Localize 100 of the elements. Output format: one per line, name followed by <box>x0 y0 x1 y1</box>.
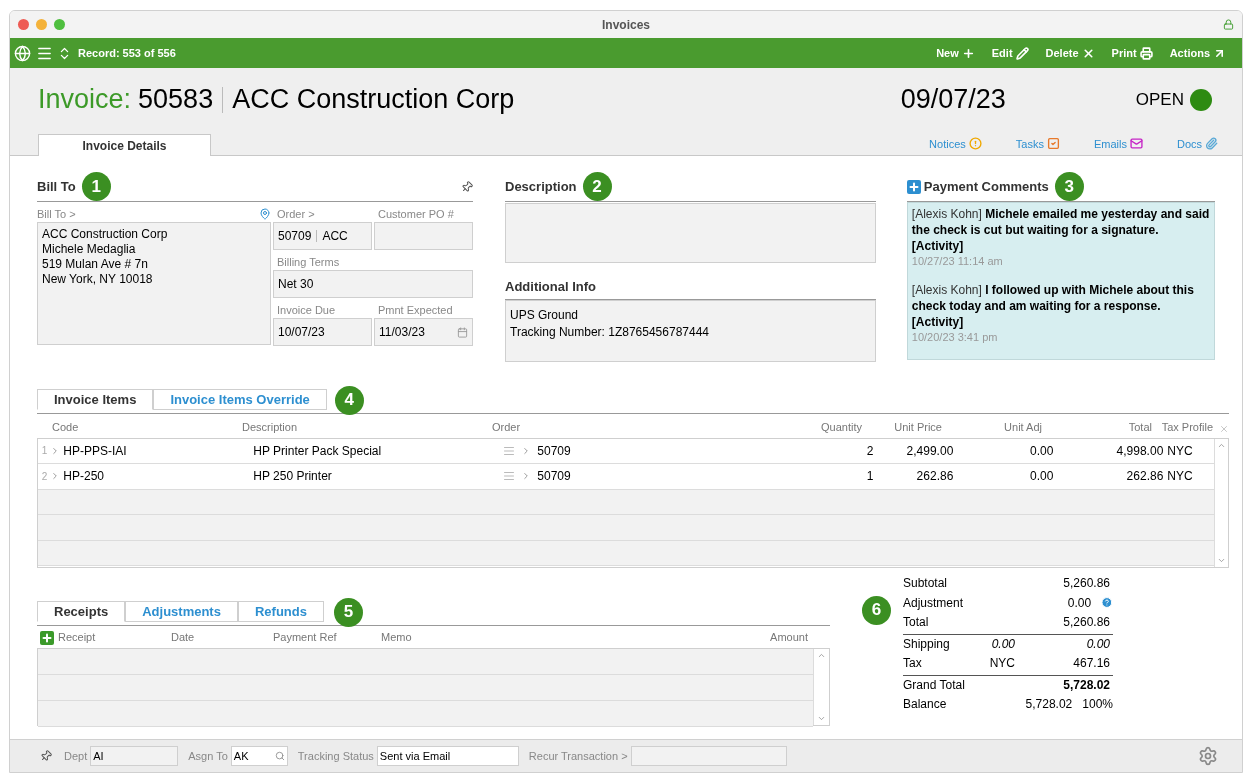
delete-icon <box>1219 423 1229 434</box>
plus-icon <box>961 46 975 60</box>
table-cell-text: 0.00 <box>1028 442 1054 460</box>
input-field[interactable]: Sent via Email <box>376 746 519 766</box>
window-title: Invoices <box>602 16 650 34</box>
section-title: Payment Comments <box>923 177 1049 196</box>
input-field[interactable] <box>374 222 473 250</box>
date-value: 11/03/23 <box>379 324 425 341</box>
total-middle-value: NYC <box>988 655 1015 673</box>
invoice-number: 50583 <box>138 83 214 117</box>
minimize-window-button[interactable] <box>36 19 47 30</box>
table-cell-text: HP-PPS-IAI <box>63 442 128 460</box>
input-field[interactable] <box>630 746 787 766</box>
field-label: Dept <box>64 748 88 764</box>
callout-number: 4 <box>334 385 364 415</box>
address-line: ACC Construction Corp <box>42 227 169 242</box>
invoice-label: Invoice: <box>38 83 132 117</box>
settings-icon[interactable] <box>1198 746 1218 766</box>
help-icon[interactable] <box>1101 596 1113 610</box>
table-cell-text: 4,998.00 <box>1115 442 1164 460</box>
total-label: Subtotal <box>903 575 949 593</box>
tab[interactable]: Refunds <box>237 601 324 622</box>
comment-time: 10/20/23 3:41 pm <box>911 330 999 344</box>
checkbox-icon <box>1046 137 1060 151</box>
comment-text: [Alexis Kohn] I followed up with Michele about this check today and am waiting for a response. [Activity] <box>911 282 1195 330</box>
close-icon <box>1081 46 1095 60</box>
field-value: Sent via Email <box>379 748 451 764</box>
close-window-button[interactable] <box>18 19 29 30</box>
input-field[interactable]: AK <box>230 746 288 766</box>
info-line: UPS Ground <box>510 306 580 324</box>
globe-icon[interactable] <box>14 44 31 62</box>
input-field[interactable]: 50709 ACC <box>273 222 372 250</box>
column-header: Order <box>492 420 522 435</box>
scrollbar[interactable] <box>1214 438 1228 567</box>
field-label: Billing Terms <box>276 254 340 270</box>
total-label: Grand Total <box>903 677 966 695</box>
column-header: Unit Adj <box>1003 420 1042 435</box>
total-value: 5,260.86 <box>1062 614 1110 632</box>
tab[interactable]: Adjustments <box>125 601 238 622</box>
printer-icon <box>1139 46 1153 60</box>
total-label: Balance <box>903 696 948 714</box>
tab[interactable]: Receipts <box>37 601 126 622</box>
column-header: Description <box>242 420 299 435</box>
total-value: 5,728.02 <box>1024 696 1073 714</box>
column-header: Code <box>52 420 80 435</box>
zoom-window-button[interactable] <box>54 19 65 30</box>
address-line: Michele Medaglia <box>42 242 137 257</box>
callout-number: 3 <box>1054 172 1084 201</box>
calendar-icon[interactable] <box>457 326 468 338</box>
table-cell-text: 2 <box>865 442 874 460</box>
input-field[interactable]: 10/07/23 <box>273 318 372 346</box>
record-counter: Record: 553 of 556 <box>78 45 176 61</box>
tab[interactable]: Invoice Details <box>38 134 211 156</box>
section-title: Additional Info <box>505 277 876 300</box>
table-cell-text: 50709 <box>537 468 571 486</box>
lines-icon[interactable] <box>503 470 516 483</box>
column-header: Tax Profile <box>1160 420 1214 435</box>
input-field[interactable]: AI <box>90 746 179 766</box>
table-cell-text: 262.86 <box>915 468 954 486</box>
paperclip-icon <box>1205 137 1218 151</box>
search-icon[interactable] <box>274 751 285 761</box>
info-line: Tracking Number: 1Z8765456787444 <box>510 323 710 341</box>
field-label: Order > <box>276 207 316 222</box>
description-field[interactable] <box>505 203 876 263</box>
total-label: Tax <box>903 655 923 673</box>
field-label: Invoice Due <box>276 302 337 318</box>
address-line: New York, NY 10018 <box>42 272 154 287</box>
table-cell-text: 1 <box>865 468 874 486</box>
total-label: Shipping <box>903 636 951 654</box>
tab[interactable]: Invoice Items Override <box>153 389 327 410</box>
column-header: Memo <box>381 630 413 646</box>
field-label: Pmnt Expected <box>377 302 453 318</box>
mail-icon <box>1129 137 1143 151</box>
invoice-date: 09/07/23 <box>900 83 1006 117</box>
status-label: OPEN <box>1135 88 1184 111</box>
map-pin-icon[interactable] <box>259 208 271 220</box>
tab[interactable]: Invoice Items <box>37 389 154 410</box>
input-field[interactable]: Net 30 <box>273 270 473 298</box>
lines-icon[interactable] <box>503 444 516 457</box>
add-icon[interactable] <box>906 179 921 194</box>
order-number: 50709 <box>278 228 312 245</box>
table-cell-text: 2,499.00 <box>905 442 954 460</box>
address-field[interactable]: ACC Construction Corp Michele Medaglia 519 Mulan Ave # 7n New York, NY 10018 <box>37 222 271 345</box>
percent-value: 100% <box>1082 696 1113 714</box>
table-cell-text: HP 250 Printer <box>253 468 333 486</box>
input-field[interactable]: 11/03/23 <box>374 318 473 346</box>
section-title: Bill To <box>37 177 76 196</box>
column-header: Date <box>171 630 196 646</box>
lock-icon <box>1223 19 1234 30</box>
row-number: 1 <box>40 444 48 459</box>
table-cell-text: HP-250 <box>63 468 105 486</box>
comment-time: 10/27/23 11:14 am <box>911 254 1004 268</box>
table-cell-text: NYC <box>1166 442 1194 460</box>
additional-info-field[interactable]: UPS Ground Tracking Number: 1Z8765456787444 <box>505 299 876 362</box>
total-value: 5,260.86 <box>1062 575 1110 593</box>
add-icon[interactable] <box>40 630 54 645</box>
total-label: Total <box>903 614 930 632</box>
column-header: Quantity <box>820 420 862 435</box>
row-number: 2 <box>40 469 48 484</box>
table-cell-text: 262.86 <box>1125 468 1164 486</box>
